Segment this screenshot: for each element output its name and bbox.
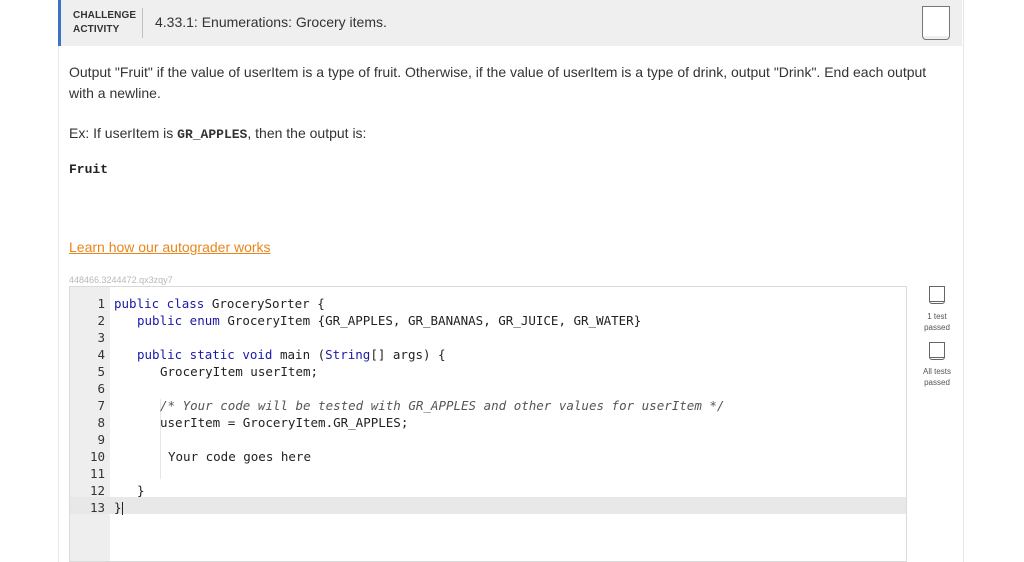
test1-line1: 1 test	[927, 312, 947, 321]
line-number: 6	[97, 381, 105, 396]
line-number: 8	[97, 415, 105, 430]
active-line-highlight	[70, 497, 906, 514]
completion-box-icon	[922, 6, 950, 40]
example-code: GR_APPLES	[177, 127, 248, 142]
line-number: 13	[89, 500, 105, 515]
code-line-2[interactable]: public enum GroceryItem {GR_APPLES, GR_B…	[137, 312, 641, 329]
test-status-icon	[929, 286, 945, 304]
code-line-4[interactable]: public static void main (String[] args) …	[137, 346, 446, 363]
sample-output: Fruit	[69, 162, 109, 177]
text-cursor	[121, 502, 123, 515]
keyword: public class	[114, 296, 205, 311]
keyword: public enum	[137, 313, 220, 328]
line-number: 10	[89, 449, 105, 464]
test2-line1: All tests	[922, 367, 951, 376]
code-line-8[interactable]: userItem = GroceryItem.GR_APPLES;	[160, 414, 408, 431]
autograder-link[interactable]: Learn how our autograder works	[69, 239, 271, 255]
example-suffix: , then the output is:	[247, 125, 367, 141]
line-number: 1	[97, 296, 105, 311]
code-line-5[interactable]: GroceryItem userItem;	[160, 363, 318, 380]
instructions-text: Output "Fruit" if the value of userItem …	[69, 64, 927, 101]
code-text: main (	[272, 347, 326, 362]
keyword: public static void	[137, 347, 273, 362]
code-text: GrocerySorter {	[204, 296, 325, 311]
activity-title: 4.33.1: Enumerations: Grocery items.	[155, 14, 387, 30]
code-line-7[interactable]: /* Your code will be tested with GR_APPL…	[160, 397, 724, 414]
label-line-2: ACTIVITY	[73, 24, 120, 35]
line-number: 11	[89, 466, 105, 481]
code-editor[interactable]: 1 2 3 4 5 6 7 8 9 10 11 12 13 public cla…	[69, 286, 907, 562]
test2-status-text: All tests passed	[912, 366, 962, 388]
code-line-13[interactable]: }	[114, 499, 123, 516]
challenge-activity-label: CHALLENGE ACTIVITY	[73, 9, 136, 37]
line-number: 2	[97, 313, 105, 328]
all-tests-status-icon	[929, 342, 945, 360]
code-text: [] args) {	[370, 347, 446, 362]
code-line-12[interactable]: }	[137, 482, 145, 499]
line-number: 4	[97, 347, 105, 362]
label-line-1: CHALLENGE	[73, 10, 137, 21]
line-number: 5	[97, 364, 105, 379]
code-placeholder[interactable]: Your code goes here	[168, 448, 311, 465]
line-number: 3	[97, 330, 105, 345]
header-accent-bar	[58, 0, 61, 46]
header-divider	[142, 8, 143, 38]
line-number: 9	[97, 432, 105, 447]
example-line: Ex: If userItem is GR_APPLES, then the o…	[69, 125, 366, 142]
line-number: 12	[89, 483, 105, 498]
example-prefix: Ex: If userItem is	[69, 125, 178, 141]
test2-line2: passed	[924, 378, 950, 387]
code-text: }	[114, 500, 122, 515]
type-name: String	[325, 347, 371, 362]
line-number: 7	[97, 398, 105, 413]
test1-status-text: 1 test passed	[912, 311, 962, 333]
code-text: GroceryItem {GR_APPLES, GR_BANANAS, GR_J…	[219, 313, 642, 328]
test1-line2: passed	[924, 323, 950, 332]
code-line-1[interactable]: public class GrocerySorter {	[114, 295, 325, 312]
code-id: 448466.3244472.qx3zqy7	[69, 275, 173, 285]
